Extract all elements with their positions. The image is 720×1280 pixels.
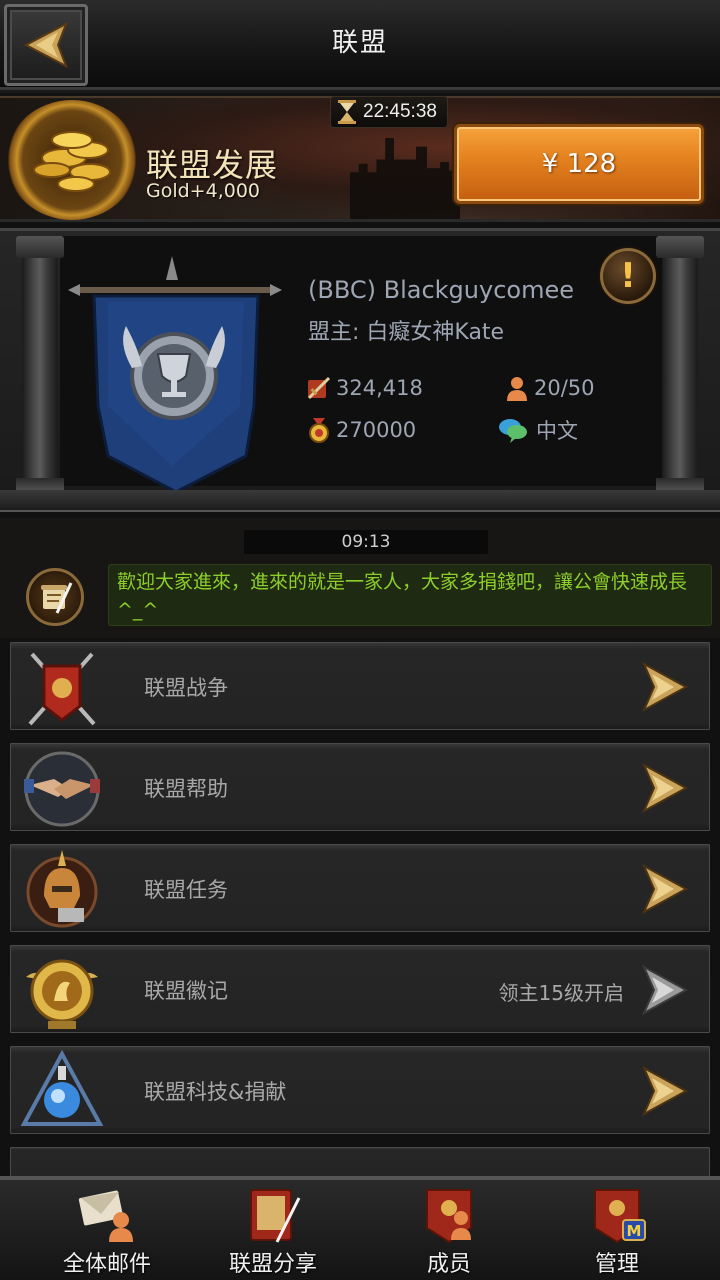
chevron-right-icon (641, 1065, 689, 1117)
alliance-language: 中文 (498, 415, 578, 445)
gift-medal-icon (304, 415, 334, 445)
menu-item-alliance-war[interactable]: 联盟战争 (8, 640, 712, 732)
person-icon (502, 373, 532, 403)
alliance-notice-button[interactable]: ! (600, 248, 656, 304)
alliance-leader: 盟主: 白癡女神Kate (308, 320, 505, 345)
tech-orb-icon (20, 1049, 104, 1126)
page-title: 联盟 (331, 28, 388, 58)
members-icon (426, 1189, 472, 1244)
buy-price-button[interactable]: ¥ 128 (454, 124, 704, 204)
nav-manage[interactable]: M 管理 (552, 1182, 682, 1280)
right-pillar (656, 236, 704, 492)
scroll-quill-icon (41, 582, 73, 614)
countdown-timer: 22:45:38 (330, 96, 448, 128)
menu-item-label: 联盟任务 (144, 878, 228, 902)
chat-bubble-icon (498, 415, 528, 445)
language-value: 中文 (536, 419, 578, 443)
chevron-right-icon (641, 661, 689, 713)
menu-item-label: 联盟帮助 (144, 777, 228, 801)
chevron-right-disabled-icon (641, 964, 689, 1016)
menu-item-alliance-quest[interactable]: 联盟任务 (8, 842, 712, 934)
menu-item-note-locked: 领主15级开启 (498, 981, 624, 1005)
hourglass-icon (338, 100, 356, 124)
nav-label: 全体邮件 (62, 1252, 151, 1277)
nav-members[interactable]: 成员 (384, 1182, 514, 1280)
nav-label: 成员 (426, 1252, 471, 1277)
mail-icon (78, 1190, 133, 1242)
sword-power-icon (304, 373, 334, 403)
chat-message[interactable]: 歡迎大家進來，進來的就是一家人，大家多捐錢吧，讓公會快速成長 ^_^ (108, 564, 712, 626)
development-reward: Gold+4,000 (146, 180, 260, 202)
alliance-members: 20/50 (502, 373, 595, 403)
nav-label: 管理 (594, 1252, 639, 1277)
nav-mail-all[interactable]: 全体邮件 (42, 1182, 172, 1280)
gold-coins-icon (6, 100, 138, 220)
emblem-icon (26, 959, 98, 1029)
menu-item-label: 联盟徽记 (144, 979, 228, 1003)
nav-label: 联盟分享 (228, 1252, 317, 1277)
svg-text:M: M (627, 1222, 642, 1240)
chevron-right-icon (641, 863, 689, 915)
alliance-gift: 270000 (304, 415, 416, 445)
menu-item-alliance-tech[interactable]: 联盟科技&捐献 (8, 1044, 712, 1136)
handshake-icon (24, 751, 100, 827)
alliance-flag-icon[interactable] (68, 256, 282, 494)
castle-silhouette (350, 138, 460, 219)
menu-item-label: 联盟战争 (144, 676, 228, 700)
chat-avatar[interactable] (26, 568, 84, 626)
alliance-name: (BBC) Blackguycomee (308, 276, 574, 304)
exclamation-icon: ! (620, 256, 636, 296)
top-bar: 联盟 (0, 0, 720, 93)
power-value: 324,418 (336, 376, 423, 400)
panel-base-ledge (0, 490, 720, 512)
menu-item-label: 联盟科技&捐献 (144, 1080, 287, 1104)
chat-timestamp: 09:13 (244, 530, 488, 554)
war-banner-icon (28, 652, 96, 726)
alliance-power: 324,418 (304, 373, 423, 403)
menu-item-alliance-help[interactable]: 联盟帮助 (8, 741, 712, 833)
quest-helmet-icon (26, 850, 98, 928)
nav-share[interactable]: 联盟分享 (208, 1182, 338, 1280)
chevron-right-icon (641, 762, 689, 814)
share-icon (250, 1189, 301, 1243)
manage-icon: M (594, 1189, 646, 1244)
price-label: ¥ 128 (541, 149, 617, 179)
timer-text: 22:45:38 (363, 101, 437, 122)
left-pillar (16, 236, 64, 492)
gift-value: 270000 (336, 418, 417, 442)
menu-item-alliance-emblem[interactable]: 联盟徽记 领主15级开启 (8, 943, 712, 1035)
members-count: 20/50 (534, 376, 595, 400)
